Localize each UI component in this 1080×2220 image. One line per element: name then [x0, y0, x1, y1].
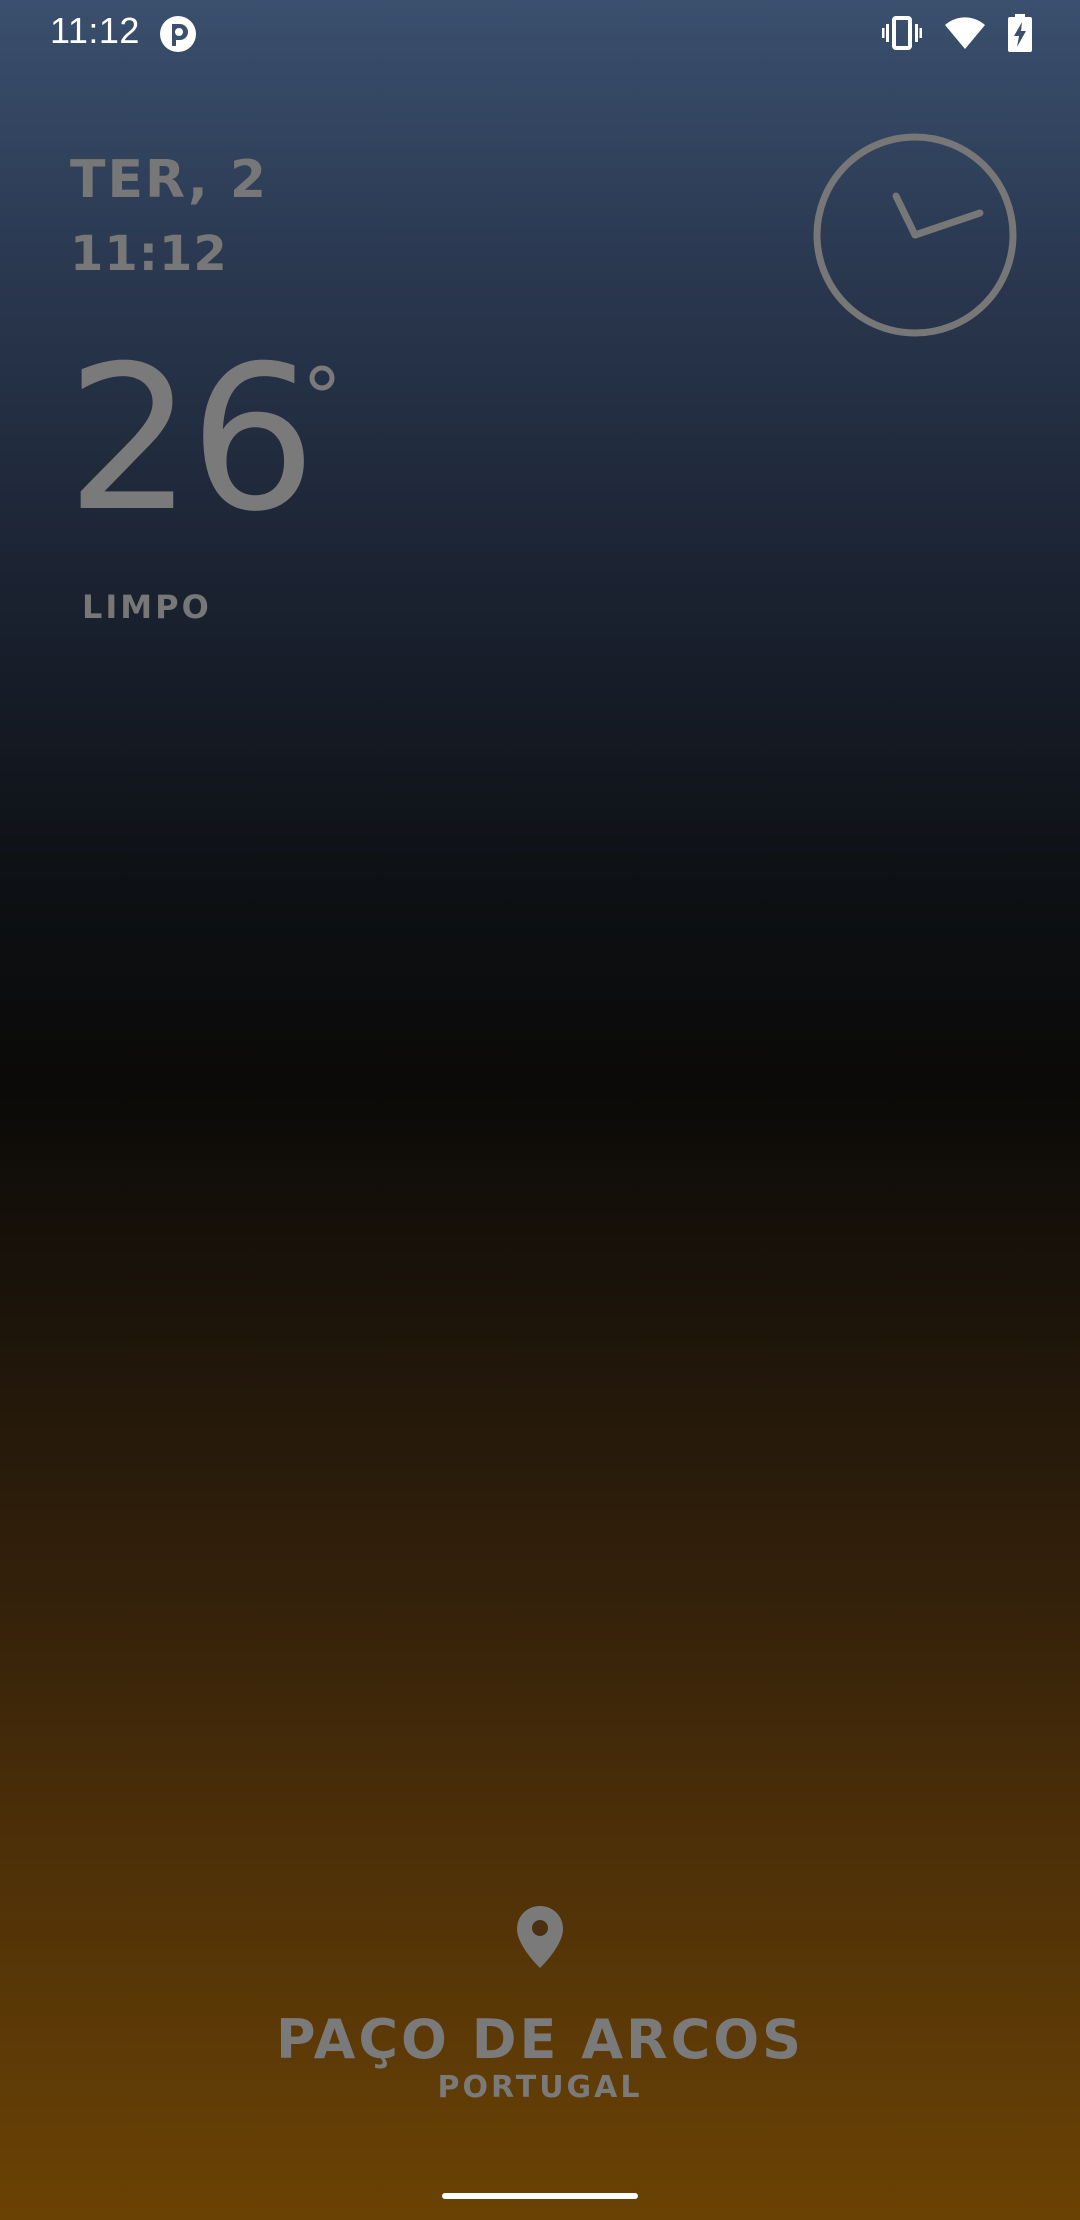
gesture-navigation-bar[interactable]: [442, 2193, 638, 2199]
location-country: PORTUGAL: [437, 2070, 643, 2105]
degree-symbol-icon: [309, 365, 335, 391]
widget-date: TER, 2: [70, 150, 269, 210]
location-city: PAÇO DE ARCOS: [275, 2008, 805, 2071]
status-time: 11:12: [50, 10, 140, 51]
widget-time: 11:12: [70, 226, 228, 282]
status-icons: [882, 14, 1032, 52]
temperature-value: 26: [66, 323, 316, 556]
vibrate-icon: [882, 16, 922, 50]
weather-condition: LIMPO: [82, 588, 212, 626]
app-notification-icon: [160, 16, 196, 52]
analog-clock-icon[interactable]: [810, 130, 1020, 340]
status-bar: 11:12: [0, 0, 1080, 66]
location-pin-icon: [517, 1906, 563, 1968]
wifi-icon: [945, 17, 985, 49]
battery-charging-icon: [1008, 14, 1032, 52]
